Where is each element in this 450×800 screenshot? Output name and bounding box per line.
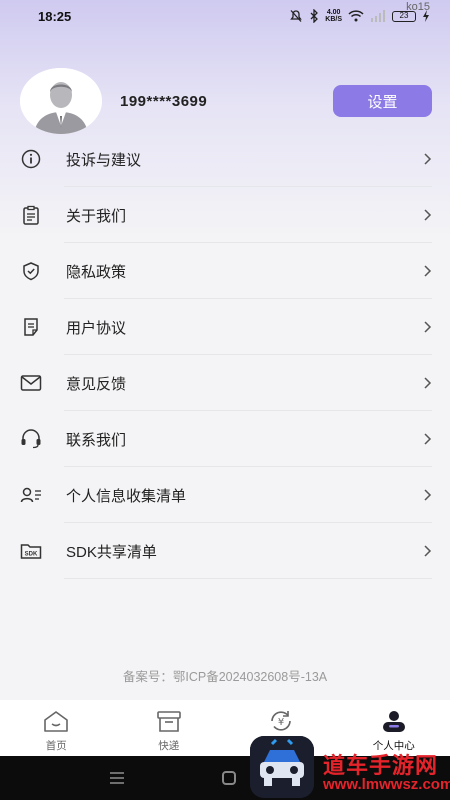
chevron-right-icon — [424, 545, 432, 557]
headset-icon — [20, 428, 42, 450]
chevron-right-icon — [424, 209, 432, 221]
home-button-icon[interactable] — [222, 771, 236, 785]
speed-unit: KB/S — [325, 16, 342, 23]
home-icon — [44, 711, 69, 732]
car-logo-icon — [250, 736, 314, 798]
phone-number: 199****3699 — [120, 92, 208, 110]
svg-text:SDK: SDK — [25, 552, 38, 558]
settings-button[interactable]: 设置 — [333, 85, 432, 117]
info-icon — [20, 148, 42, 170]
person-list-icon — [20, 484, 42, 506]
menu-item-label: 关于我们 — [66, 207, 127, 225]
tab-express[interactable]: 快递 — [113, 700, 226, 756]
avatar[interactable] — [20, 68, 102, 134]
default-avatar-icon — [20, 68, 102, 134]
icp-record: 备案号：鄂ICP备2024032608号-13A — [122, 670, 328, 684]
tab-label: 首页 — [45, 740, 67, 752]
speed-value: 4.00 — [326, 9, 341, 16]
shield-icon — [20, 260, 42, 282]
profile-icon — [382, 711, 405, 732]
chevron-right-icon — [424, 377, 432, 389]
svg-text:¥: ¥ — [278, 717, 284, 728]
watermark-top: ko15 — [406, 1, 430, 13]
menu-item-label: 意见反馈 — [66, 375, 127, 393]
tab-home[interactable]: 首页 — [0, 700, 113, 756]
watermark-site-url: www.lmwwsz.com — [323, 776, 450, 793]
menu-list: 投诉与建议 关于我们 隐私政策 用户协议 意见反馈 联系我们 个人信息收集清单 … — [0, 131, 450, 579]
chevron-right-icon — [424, 321, 432, 333]
menu-item-privacy-policy[interactable]: 隐私政策 — [0, 243, 450, 299]
yuan-cycle-icon: ¥ — [271, 711, 292, 731]
menu-item-label: 隐私政策 — [66, 263, 127, 281]
menu-item-label: SDK共享清单 — [66, 543, 157, 561]
signal-icon — [371, 10, 385, 22]
menu-item-contact-us[interactable]: 联系我们 — [0, 411, 450, 467]
sdk-folder-icon: SDK — [20, 540, 42, 562]
bluetooth-icon — [310, 9, 319, 23]
chevron-right-icon — [424, 265, 432, 277]
menu-item-personal-info-list[interactable]: 个人信息收集清单 — [0, 467, 450, 523]
menu-item-label: 用户协议 — [66, 319, 127, 337]
clipboard-icon — [20, 204, 42, 226]
menu-item-about-us[interactable]: 关于我们 — [0, 187, 450, 243]
profile-header: 199****3699 设置 — [20, 66, 432, 136]
menu-item-label: 联系我们 — [66, 431, 127, 449]
chevron-right-icon — [424, 153, 432, 165]
menu-item-complaints[interactable]: 投诉与建议 — [0, 131, 450, 187]
menu-item-label: 投诉与建议 — [66, 151, 142, 169]
menu-item-feedback[interactable]: 意见反馈 — [0, 355, 450, 411]
watermark-logo — [250, 736, 314, 798]
menu-item-sdk-sharing-list[interactable]: SDK SDK共享清单 — [0, 523, 450, 579]
wifi-icon — [348, 10, 364, 22]
menu-item-label: 个人信息收集清单 — [66, 487, 187, 505]
network-speed: 4.00 KB/S — [325, 9, 342, 23]
menu-item-user-agreement[interactable]: 用户协议 — [0, 299, 450, 355]
chevron-right-icon — [424, 433, 432, 445]
chevron-right-icon — [424, 489, 432, 501]
tab-label: 快递 — [158, 740, 180, 752]
document-icon — [20, 316, 42, 338]
box-icon — [156, 711, 181, 732]
status-time: 18:25 — [38, 8, 72, 24]
mute-icon — [290, 10, 303, 22]
status-bar: 18:25 4.00 KB/S 23 — [0, 0, 450, 32]
mail-icon — [20, 372, 42, 394]
recent-apps-icon[interactable] — [108, 771, 126, 785]
